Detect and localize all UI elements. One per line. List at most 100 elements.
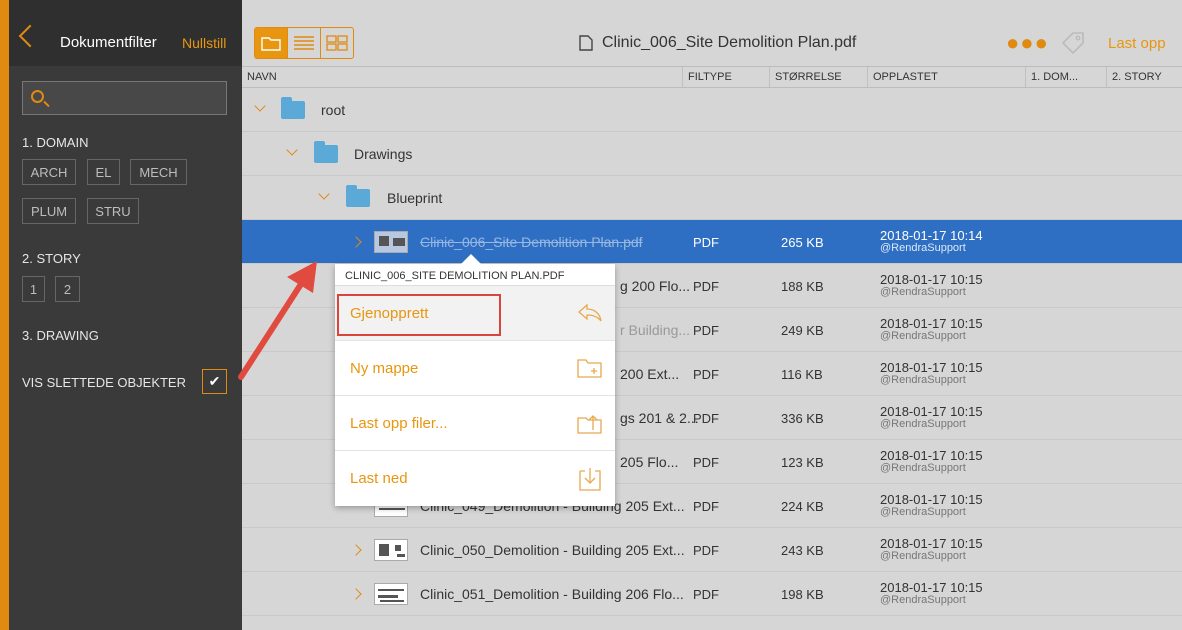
file-type: PDF <box>693 235 719 250</box>
folder-name: root <box>321 102 346 118</box>
reset-filter-button[interactable]: Nullstill <box>182 35 226 51</box>
file-type: PDF <box>693 323 719 338</box>
file-thumbnail <box>374 539 408 561</box>
file-size: 123 KB <box>781 455 824 470</box>
file-user: @RendraSupport <box>880 594 966 606</box>
tree-row-root[interactable]: root <box>242 88 1182 132</box>
file-type: PDF <box>693 455 719 470</box>
chip-el[interactable]: EL <box>87 159 120 185</box>
file-size: 336 KB <box>781 411 824 426</box>
file-name: 200 Ext... <box>620 366 680 382</box>
folder-icon <box>314 141 338 163</box>
col-name[interactable]: NAVN <box>242 67 683 88</box>
file-size: 249 KB <box>781 323 824 338</box>
file-type: PDF <box>693 411 719 426</box>
top-toolbar: Clinic_006_Site Demolition Plan.pdf ●●● … <box>242 0 1182 66</box>
show-deleted-label: VIS SLETTEDE OBJEKTER <box>22 375 186 390</box>
show-deleted-checkbox[interactable]: ✔ <box>202 369 227 394</box>
chevron-down-icon[interactable] <box>254 100 266 112</box>
file-size: 265 KB <box>781 235 824 250</box>
col-domain[interactable]: 1. DOM... <box>1026 67 1107 88</box>
restore-icon <box>578 303 602 322</box>
chevron-down-icon[interactable] <box>318 188 330 200</box>
file-name: Clinic_051_Demolition - Building 206 Flo… <box>420 586 684 602</box>
menu-caret <box>461 254 481 264</box>
file-name: gs 201 & 2... <box>620 410 699 426</box>
file-name: g 200 Flo... <box>620 278 691 294</box>
file-row[interactable]: Clinic_050_Demolition - Building 205 Ext… <box>242 528 1182 572</box>
chip-plum[interactable]: PLUM <box>22 198 76 224</box>
folder-icon <box>346 185 370 207</box>
chip-story-2[interactable]: 2 <box>55 276 80 302</box>
view-switcher <box>254 27 354 59</box>
column-header: NAVN FILTYPE STØRRELSE OPPLASTET 1. DOM.… <box>242 66 1182 88</box>
folder-view-button[interactable] <box>255 28 288 58</box>
highlight-box <box>337 294 501 336</box>
file-title: Clinic_006_Site Demolition Plan.pdf <box>578 34 856 52</box>
menu-item-new-folder[interactable]: Ny mappe <box>335 341 615 396</box>
file-user: @RendraSupport <box>880 286 966 298</box>
file-user: @RendraSupport <box>880 418 966 430</box>
tree-row-blueprint[interactable]: Blueprint <box>242 176 1182 220</box>
upload-folder-icon <box>577 415 602 434</box>
menu-item-download[interactable]: Last ned <box>335 451 615 506</box>
file-date: 2018-01-17 10:15 <box>880 316 983 331</box>
sidebar-header <box>9 0 242 66</box>
file-size: 224 KB <box>781 499 824 514</box>
file-date: 2018-01-17 10:15 <box>880 448 983 463</box>
chevron-down-icon[interactable] <box>286 144 298 156</box>
download-icon <box>579 468 601 491</box>
file-size: 116 KB <box>781 367 823 382</box>
file-user: @RendraSupport <box>880 462 966 474</box>
file-thumbnail <box>374 583 408 605</box>
folder-icon <box>261 37 281 51</box>
chevron-right-icon[interactable] <box>350 236 362 248</box>
tag-icon[interactable] <box>1060 30 1086 61</box>
upload-button[interactable]: Last opp <box>1108 35 1166 52</box>
search-icon <box>31 90 44 103</box>
file-name: r Building... <box>620 322 691 338</box>
annotation-arrow-icon <box>238 261 317 380</box>
file-user: @RendraSupport <box>880 374 966 386</box>
chip-arch[interactable]: ARCH <box>22 159 76 185</box>
file-user: @RendraSupport <box>880 330 966 342</box>
tree-row-drawings[interactable]: Drawings <box>242 132 1182 176</box>
context-menu-header: CLINIC_006_SITE DEMOLITION PLAN.PDF <box>335 264 615 286</box>
list-view-button[interactable] <box>288 28 321 58</box>
more-options-icon[interactable]: ●●● <box>1006 30 1049 56</box>
folder-name: Blueprint <box>387 190 443 206</box>
col-filetype[interactable]: FILTYPE <box>683 67 770 88</box>
file-date: 2018-01-17 10:15 <box>880 536 983 551</box>
file-thumbnail <box>374 231 408 253</box>
file-date: 2018-01-17 10:14 <box>880 228 983 243</box>
chevron-right-icon[interactable] <box>350 588 362 600</box>
col-story[interactable]: 2. STORY <box>1107 67 1182 88</box>
file-type: PDF <box>693 587 719 602</box>
menu-item-upload-files[interactable]: Last opp filer... <box>335 396 615 451</box>
file-user: @RendraSupport <box>880 506 966 518</box>
filter-search-input[interactable] <box>22 81 227 115</box>
chip-stru[interactable]: STRU <box>87 198 139 224</box>
file-title-text: Clinic_006_Site Demolition Plan.pdf <box>602 34 857 51</box>
menu-item-label: Last opp filer... <box>350 415 448 432</box>
section-label-domain: 1. DOMAIN <box>22 135 89 150</box>
file-type: PDF <box>693 279 719 294</box>
file-row[interactable]: Clinic_051_Demolition - Building 206 Flo… <box>242 572 1182 616</box>
section-label-story: 2. STORY <box>22 251 81 266</box>
file-date: 2018-01-17 10:15 <box>880 580 983 595</box>
chip-story-1[interactable]: 1 <box>22 276 45 302</box>
file-date: 2018-01-17 10:15 <box>880 272 983 287</box>
folder-icon <box>281 97 305 119</box>
file-type: PDF <box>693 367 719 382</box>
grid-view-button[interactable] <box>321 28 353 58</box>
file-row[interactable]: Clinic_006_Site Demolition Plan.pdf PDF … <box>242 220 1182 264</box>
menu-item-label: Ny mappe <box>350 360 419 377</box>
file-date: 2018-01-17 10:15 <box>880 404 983 419</box>
col-uploaded[interactable]: OPPLASTET <box>868 67 1026 88</box>
col-size[interactable]: STØRRELSE <box>770 67 868 88</box>
chevron-right-icon[interactable] <box>350 544 362 556</box>
chip-mech[interactable]: MECH <box>130 159 187 185</box>
file-date: 2018-01-17 10:15 <box>880 492 983 507</box>
file-size: 188 KB <box>781 279 824 294</box>
file-name: 205 Flo... <box>620 454 679 470</box>
